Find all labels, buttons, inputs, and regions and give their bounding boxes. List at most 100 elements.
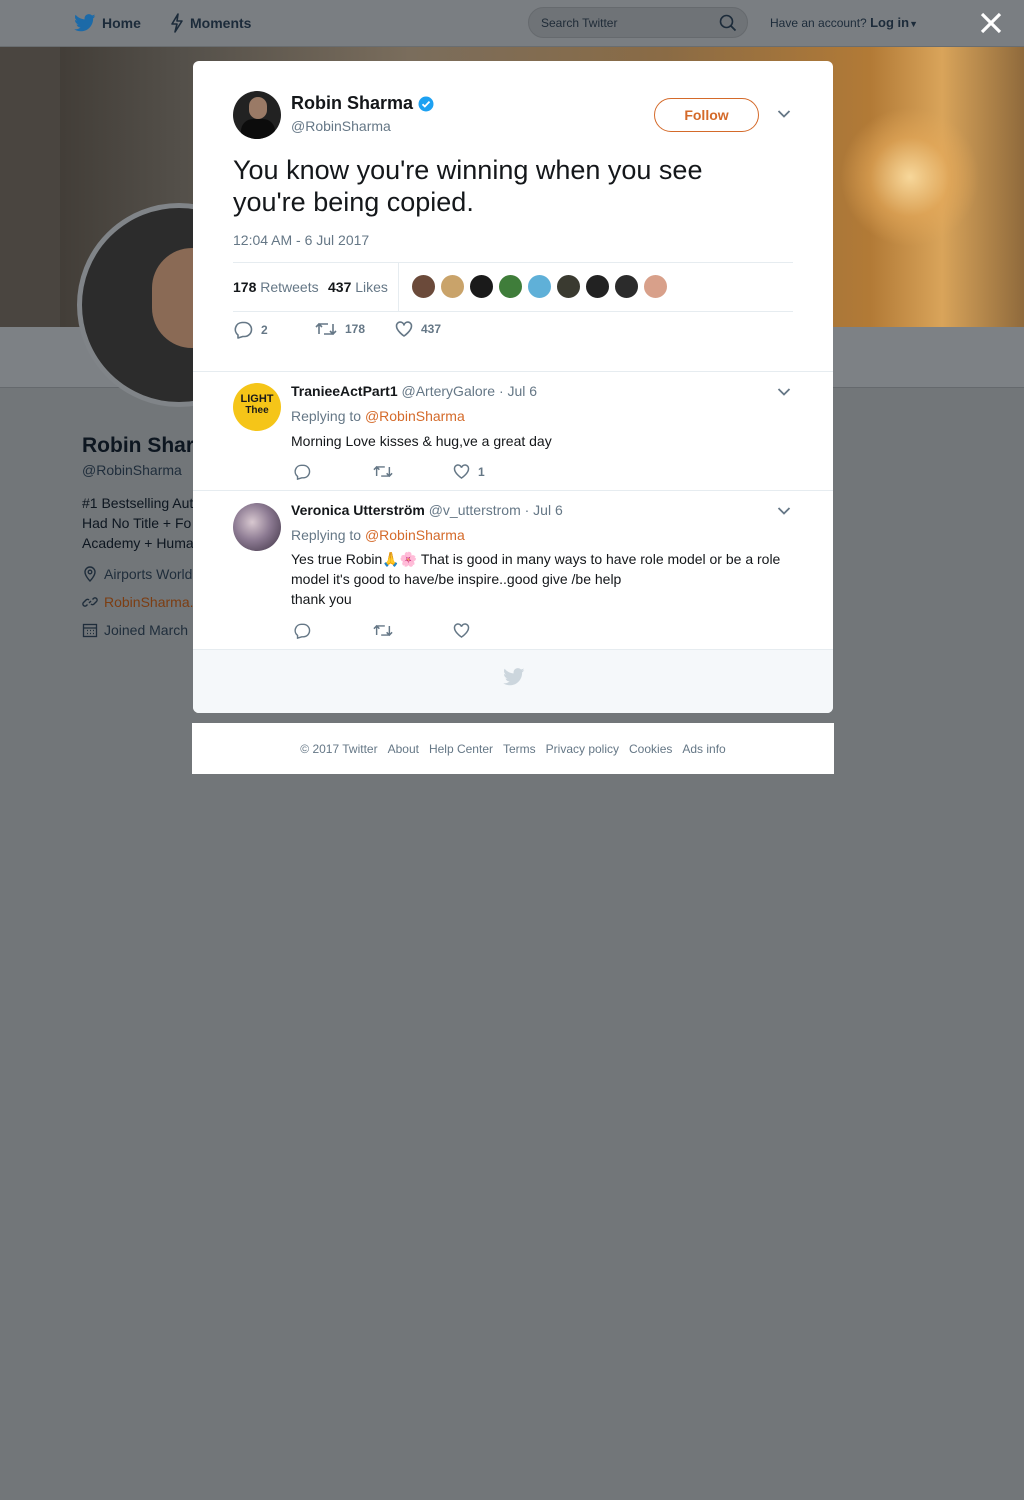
reply-icon [234,321,253,339]
chevron-down-icon[interactable] [777,506,791,516]
reply-author-name[interactable]: TranieeActPart1 [291,383,398,399]
nav-home-label: Home [102,15,141,31]
reply-author-handle[interactable]: @v_utterstrom [429,502,521,518]
stats-divider [398,263,399,311]
reply-button[interactable] [293,464,319,480]
retweets-label: Retweets [260,279,319,295]
reply-text-line: Yes true Robin🙏🌸 That is good in many wa… [291,551,781,587]
search-icon[interactable] [719,14,737,32]
calendar-icon [82,623,98,638]
reply-avatar[interactable] [233,503,281,551]
footer-help-link[interactable]: Help Center [429,742,493,756]
liker-avatar[interactable] [643,274,668,299]
heart-icon [395,321,413,337]
search-input[interactable] [539,13,713,33]
reply-author-handle[interactable]: @ArteryGalore [402,383,496,399]
twitter-bird-icon [74,14,96,32]
liker-avatar[interactable] [469,274,494,299]
retweet-button[interactable]: 178 [315,321,365,337]
liker-avatar[interactable] [498,274,523,299]
reply-date[interactable]: · Jul 6 [525,502,563,518]
footer-cookies-link[interactable]: Cookies [629,742,672,756]
profile-website: RobinSharma. [82,594,194,610]
reply-avatar[interactable]: LIGHT Thee [233,383,281,431]
footer-terms-link[interactable]: Terms [503,742,536,756]
reply-button[interactable]: 2 [233,321,268,339]
footer-ads-link[interactable]: Ads info [682,742,725,756]
top-navigation-bar: Home Moments Have an account? Log in▼ [0,0,1024,47]
search-box [528,7,748,38]
like-button[interactable]: 437 [395,321,441,337]
like-button[interactable] [453,623,478,638]
reply-tweet[interactable]: LIGHT Thee TranieeActPart1 @ArteryGalore… [193,372,833,490]
profile-name: Robin Shar [82,434,195,457]
profile-bio: #1 Bestselling Aut Had No Title + Fo Aca… [82,493,194,553]
banner-sunlight [840,107,980,247]
bio-line: #1 Bestselling Aut [82,495,194,511]
author-name-text: Robin Sharma [291,93,414,113]
liker-avatar[interactable] [614,274,639,299]
reply-header: Veronica Utterström @v_utterstrom · Jul … [291,502,563,518]
reply-count: 2 [261,323,268,337]
retweets-stat[interactable]: 178 Retweets [233,279,319,295]
likes-stat[interactable]: 437 Likes [328,279,388,295]
reply-button[interactable] [293,623,319,639]
reply-date[interactable]: · Jul 6 [499,383,537,399]
website-link[interactable]: RobinSharma. [104,594,194,610]
reply-text: Morning Love kisses & hug,ve a great day [291,433,552,449]
nav-home[interactable]: Home [74,0,141,46]
liker-avatar[interactable] [556,274,581,299]
avatar-text: LIGHT [240,393,274,405]
bio-line: Had No Title + Fo [82,515,192,531]
chevron-down-icon[interactable] [777,109,791,119]
replying-to-link[interactable]: @RobinSharma [365,527,465,543]
retweet-icon [373,465,393,478]
tweet-stats: 178 Retweets 437 Likes [233,262,793,312]
close-icon[interactable] [977,9,1005,37]
chevron-down-icon[interactable] [777,387,791,397]
retweet-count: 178 [345,322,366,336]
like-button[interactable]: 1 [453,464,485,479]
reply-icon [294,464,311,480]
reply-header: TranieeActPart1 @ArteryGalore · Jul 6 [291,383,537,399]
nav-moments[interactable]: Moments [170,0,251,46]
reply-actions: 1 [291,464,591,484]
retweet-icon [315,322,337,336]
verified-badge-icon [418,96,434,111]
link-icon [82,597,98,607]
like-count: 437 [421,322,442,336]
location-text: Airports World [104,566,193,582]
retweet-button[interactable] [373,623,401,638]
bio-line: Academy + Huma [82,535,194,551]
reply-author-name[interactable]: Veronica Utterström [291,502,425,518]
reply-tweet[interactable]: Veronica Utterström @v_utterstrom · Jul … [193,491,833,649]
liker-avatar[interactable] [527,274,552,299]
nav-moments-label: Moments [190,15,252,31]
replying-label: Replying to [291,408,362,424]
tweet-timestamp[interactable]: 12:04 AM - 6 Jul 2017 [233,232,369,248]
liker-avatar[interactable] [411,274,436,299]
author-name[interactable]: Robin Sharma [291,93,434,114]
reply-actions [291,623,591,643]
liker-avatar[interactable] [585,274,610,299]
footer-privacy-link[interactable]: Privacy policy [546,742,619,756]
replying-to-link[interactable]: @RobinSharma [365,408,465,424]
reply-text: Yes true Robin🙏🌸 That is good in many wa… [291,549,801,609]
retweet-icon [373,624,393,637]
follow-button[interactable]: Follow [654,98,759,132]
modal-footer [193,649,833,713]
author-handle[interactable]: @RobinSharma [291,118,391,134]
author-avatar[interactable] [233,91,281,139]
reply-text-line: thank you [291,591,352,607]
liker-avatar[interactable] [440,274,465,299]
retweet-button[interactable] [373,464,401,479]
footer-copyright: © 2017 Twitter [300,741,378,756]
profile-joined: Joined March [82,622,194,638]
replying-to: Replying to @RobinSharma [291,527,465,543]
footer-about-link[interactable]: About [388,742,419,756]
likes-label: Likes [355,279,388,295]
login-link[interactable]: Log in [870,15,909,30]
profile-location: Airports World [82,566,194,582]
tweet-modal: Robin Sharma @RobinSharma Follow You kno… [193,61,833,713]
tweet-actions: 2 178 437 [233,321,633,343]
